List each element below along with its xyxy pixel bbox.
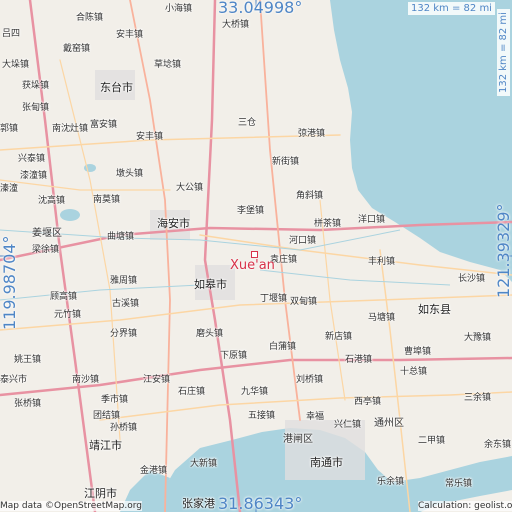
place-label: 梁徐镇 xyxy=(32,245,60,255)
place-label: 南沈灶镇 xyxy=(52,124,89,134)
place-label: 获垛镇 xyxy=(22,81,50,91)
place-label: 常乐镇 xyxy=(445,479,473,489)
place-label: 漆潼镇 xyxy=(20,171,48,181)
map-attribution: Map data ©OpenStreetMap.org xyxy=(0,501,142,511)
place-label: 南沙镇 xyxy=(72,375,100,385)
place-label: 姚王镇 xyxy=(14,355,42,365)
place-label: 马塘镇 xyxy=(368,313,396,323)
place-label: 大豫镇 xyxy=(464,333,492,343)
place-label: 安丰镇 xyxy=(136,132,164,142)
place-label: 合陈镇 xyxy=(76,13,104,23)
place-label: 栟茶镇 xyxy=(314,219,342,229)
place-label: 元竹镇 xyxy=(54,310,82,320)
place-label: 靖江市 xyxy=(89,439,122,452)
place-label: 墩头镇 xyxy=(116,169,144,179)
place-label: 石港镇 xyxy=(345,355,373,365)
place-label: 孙桥镇 xyxy=(110,423,138,433)
place-label: 三余镇 xyxy=(464,393,492,403)
place-label: 新街镇 xyxy=(272,157,300,167)
horizontal-scale: 132 km = 82 mi xyxy=(408,2,495,15)
map-view[interactable]: 合陈镇 小海镇 大桥镇 安丰镇 戴窑镇 吕四 大垛镇 草埝镇 获垛镇 东台市 张… xyxy=(0,0,512,512)
right-longitude: 121.39329° xyxy=(494,203,512,298)
bottom-latitude: 31.86343° xyxy=(218,494,303,512)
place-label: 顾高镇 xyxy=(50,292,78,302)
place-label: 九华镇 xyxy=(241,387,269,397)
place-label: 双甸镇 xyxy=(290,297,318,307)
place-label: 余东镇 xyxy=(484,440,512,450)
place-label: 小海镇 xyxy=(165,4,193,14)
place-label: 西亭镇 xyxy=(354,397,382,407)
place-label: 戴窑镇 xyxy=(63,44,91,54)
place-label: 河口镇 xyxy=(289,236,317,246)
place-label: 李堡镇 xyxy=(237,206,265,216)
place-label: 三仓 xyxy=(238,118,257,128)
place-label: 曲塘镇 xyxy=(107,232,135,242)
place-label: 新店镇 xyxy=(325,332,353,342)
place-label: 南莫镇 xyxy=(93,195,121,205)
place-label: 白蒲镇 xyxy=(269,342,297,352)
place-label: 姜堰区 xyxy=(32,228,62,239)
place-label: 泰兴市 xyxy=(0,375,28,385)
place-label: 郭镇 xyxy=(0,124,19,134)
vertical-scale: 132 km = 82 mi xyxy=(497,9,510,96)
place-label: 丰利镇 xyxy=(368,257,396,267)
place-label: 雅周镇 xyxy=(110,276,138,286)
place-label: 富安镇 xyxy=(90,120,118,130)
place-label: 通州区 xyxy=(374,418,404,429)
place-label: 吕四 xyxy=(2,29,21,39)
place-label: 角斜镇 xyxy=(296,191,324,201)
place-label: 大新镇 xyxy=(190,459,218,469)
place-label: 张桥镇 xyxy=(14,399,42,409)
place-label: 团结镇 xyxy=(93,411,121,421)
place-label: 长沙镇 xyxy=(458,274,486,284)
place-label: 南通市 xyxy=(310,456,343,469)
place-label: 如皋市 xyxy=(194,278,227,291)
calculation-attribution: Calculation: geolist.org xyxy=(418,501,512,511)
place-label: 安丰镇 xyxy=(116,30,144,40)
place-label: 大公镇 xyxy=(176,183,204,193)
place-label: 海安市 xyxy=(157,217,190,230)
top-latitude: 33.04998° xyxy=(218,0,303,17)
place-label: 张家港 xyxy=(182,497,215,510)
place-label: 洋口镇 xyxy=(358,215,386,225)
place-label: 刘桥镇 xyxy=(296,375,324,385)
location-marker-icon[interactable] xyxy=(251,251,258,258)
place-label: 金港镇 xyxy=(140,466,168,476)
place-label: 分界镇 xyxy=(110,329,138,339)
place-label: 草埝镇 xyxy=(154,60,182,70)
place-label: 丁堰镇 xyxy=(260,294,288,304)
place-label: 张甸镇 xyxy=(22,103,50,113)
place-label: 兴泰镇 xyxy=(18,154,46,164)
place-label: 十总镇 xyxy=(400,367,428,377)
place-label: 石庄镇 xyxy=(178,387,206,397)
place-label: 幸福 xyxy=(306,412,325,422)
place-label: 港闸区 xyxy=(283,434,313,445)
place-label: 如东县 xyxy=(418,303,451,316)
place-label: 季市镇 xyxy=(101,395,129,405)
place-label: 磨头镇 xyxy=(196,329,224,339)
left-longitude: 119.98704° xyxy=(0,235,19,330)
place-label: 弶港镇 xyxy=(298,129,326,139)
place-label: 五接镇 xyxy=(248,411,276,421)
selected-place-label: Xue'an xyxy=(230,258,275,273)
place-label: 大垛镇 xyxy=(2,60,30,70)
place-label: 曹埠镇 xyxy=(404,347,432,357)
place-label: 江安镇 xyxy=(143,375,171,385)
place-label: 下原镇 xyxy=(220,351,248,361)
place-label: 东台市 xyxy=(100,81,133,94)
place-label: 兴仁镇 xyxy=(334,420,362,430)
place-label: 古溪镇 xyxy=(112,299,140,309)
place-label: 大桥镇 xyxy=(222,20,250,30)
place-label: 沈高镇 xyxy=(38,196,66,206)
place-label: 二甲镇 xyxy=(418,436,446,446)
place-label: 溱潼 xyxy=(0,184,19,194)
place-label: 乐余镇 xyxy=(377,477,405,487)
place-label: 江阴市 xyxy=(84,487,117,500)
